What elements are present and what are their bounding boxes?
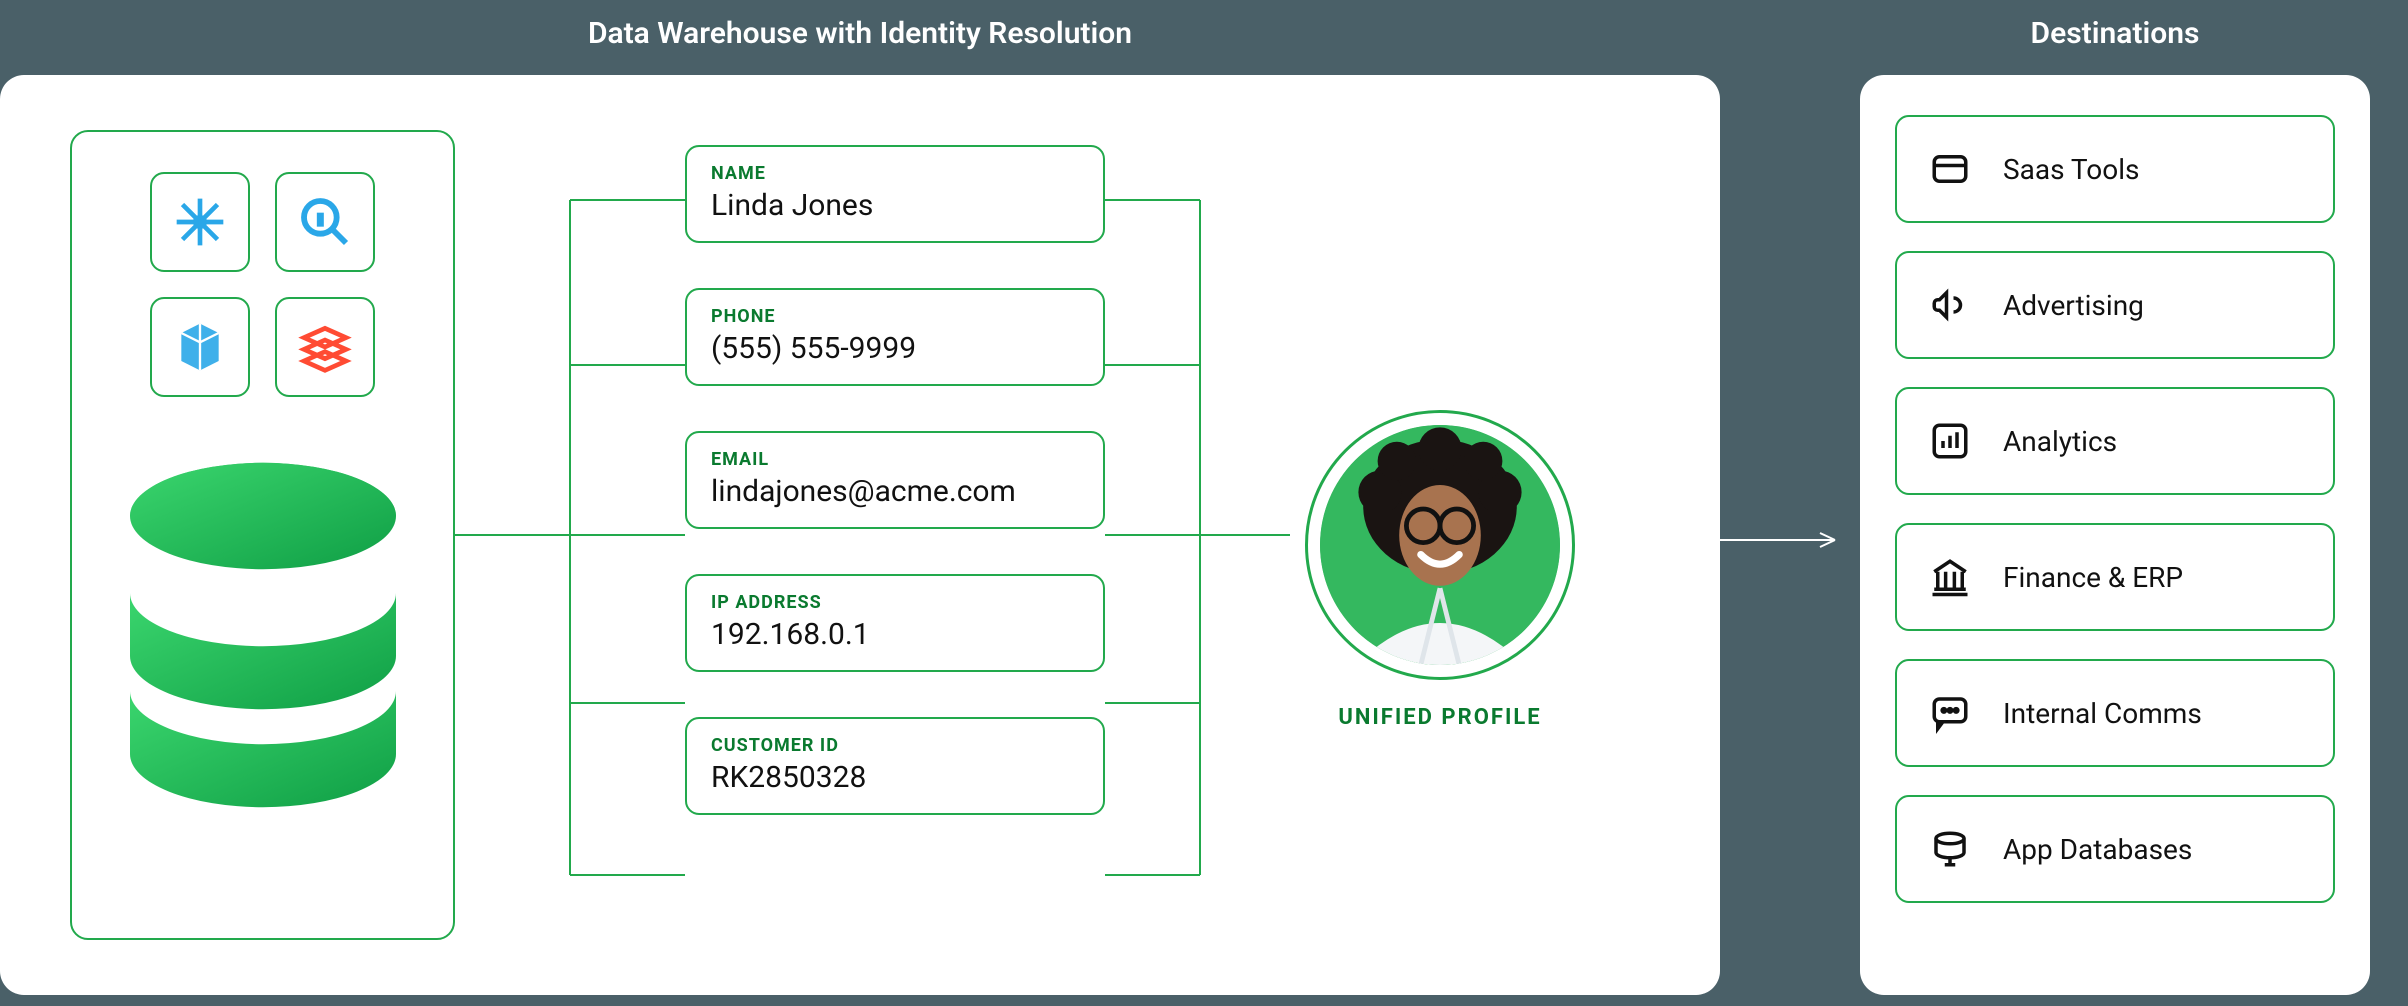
main-panel: NAME Linda Jones PHONE (555) 555-9999 EM…: [0, 75, 1720, 995]
destination-finance-erp: Finance & ERP: [1895, 523, 2335, 631]
identity-fields: NAME Linda Jones PHONE (555) 555-9999 EM…: [685, 145, 1105, 815]
field-email: EMAIL lindajones@acme.com: [685, 431, 1105, 529]
field-value: lindajones@acme.com: [711, 474, 1079, 509]
megaphone-icon: [1927, 282, 1973, 328]
window-icon: [1927, 146, 1973, 192]
redshift-icon: [150, 297, 250, 397]
chat-icon: [1927, 690, 1973, 736]
profile-label: UNIFIED PROFILE: [1290, 705, 1590, 730]
field-label: EMAIL: [711, 449, 1079, 470]
avatar: [1320, 425, 1560, 665]
destination-label: Advertising: [2003, 289, 2144, 322]
field-label: IP ADDRESS: [711, 592, 1079, 613]
destinations-panel: Saas Tools Advertising Analytics Finance…: [1860, 75, 2370, 995]
destination-label: Finance & ERP: [2003, 561, 2183, 594]
database-icon: [1927, 826, 1973, 872]
destination-internal-comms: Internal Comms: [1895, 659, 2335, 767]
field-phone: PHONE (555) 555-9999: [685, 288, 1105, 386]
snowflake-icon: [150, 172, 250, 272]
destination-advertising: Advertising: [1895, 251, 2335, 359]
section-title-destinations: Destinations: [1860, 16, 2370, 51]
field-value: RK2850328: [711, 760, 1079, 795]
bigquery-icon: [275, 172, 375, 272]
destination-label: Analytics: [2003, 425, 2117, 458]
destination-app-databases: App Databases: [1895, 795, 2335, 903]
field-name: NAME Linda Jones: [685, 145, 1105, 243]
destination-saas-tools: Saas Tools: [1895, 115, 2335, 223]
field-label: PHONE: [711, 306, 1079, 327]
field-value: Linda Jones: [711, 188, 1079, 223]
field-ip: IP ADDRESS 192.168.0.1: [685, 574, 1105, 672]
databricks-icon: [275, 297, 375, 397]
warehouse-box: [70, 130, 455, 940]
destination-label: Internal Comms: [2003, 697, 2202, 730]
field-label: CUSTOMER ID: [711, 735, 1079, 756]
destination-label: App Databases: [2003, 833, 2192, 866]
field-label: NAME: [711, 163, 1079, 184]
bar-chart-icon: [1927, 418, 1973, 464]
section-title-main: Data Warehouse with Identity Resolution: [0, 16, 1720, 51]
avatar-ring: [1305, 410, 1575, 680]
destination-analytics: Analytics: [1895, 387, 2335, 495]
warehouse-source-icons: [150, 172, 375, 397]
bank-icon: [1927, 554, 1973, 600]
destination-label: Saas Tools: [2003, 153, 2140, 186]
database-cylinder-icon: [123, 457, 403, 827]
unified-profile: UNIFIED PROFILE: [1290, 410, 1590, 730]
field-value: (555) 555-9999: [711, 331, 1079, 366]
field-value: 192.168.0.1: [711, 617, 1079, 652]
field-customer-id: CUSTOMER ID RK2850328: [685, 717, 1105, 815]
